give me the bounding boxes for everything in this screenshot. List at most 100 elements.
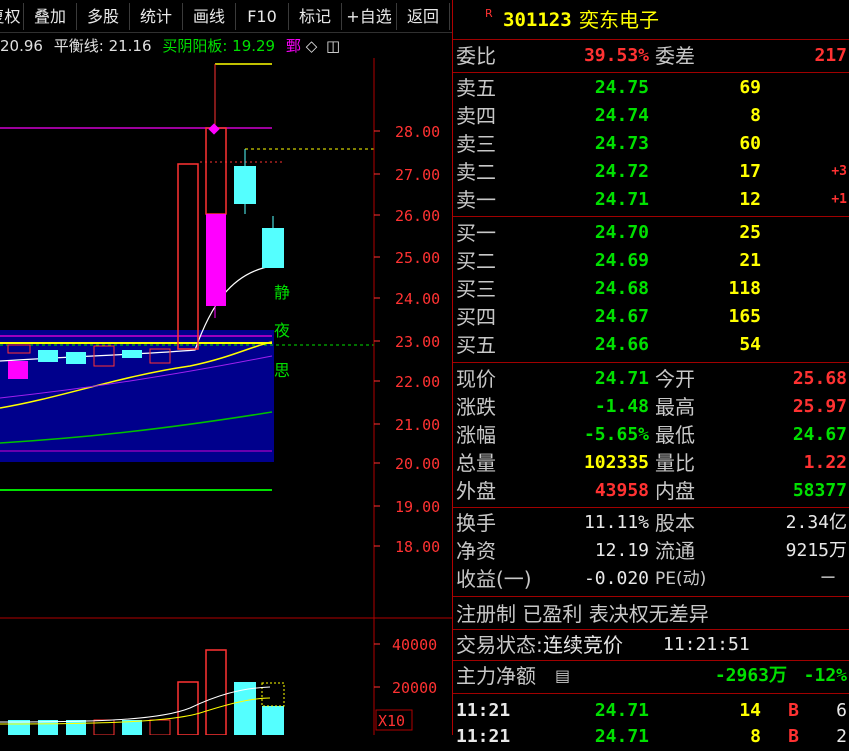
y-tick: 26.00 <box>395 207 440 225</box>
kline-chart[interactable]: 28.00 27.00 26.00 25.00 24.00 23.00 22.0… <box>0 58 452 735</box>
ask-row[interactable]: 卖五 24.75 69 <box>453 74 849 102</box>
ask-volume: 8 <box>750 105 761 126</box>
tick-side: B <box>788 700 799 721</box>
trade-status-value: 连续竞价 <box>543 633 623 657</box>
price-band <box>0 330 274 462</box>
volume-tick: 40000 <box>392 636 437 654</box>
bid-volume: 21 <box>739 250 761 271</box>
stat-value: 1.22 <box>803 452 847 473</box>
diamond-icon[interactable]: ◇ <box>306 37 318 55</box>
bid-price: 24.68 <box>594 278 649 299</box>
trade-status-row: 交易状态: 连续竞价 11:21:51 <box>453 631 849 659</box>
bid-label: 买二 <box>456 249 496 273</box>
stock-code: 301123 <box>503 9 572 31</box>
stat-value: － <box>819 568 837 589</box>
stat-value: 12.19 <box>594 540 649 561</box>
stat-label: 流通 <box>655 539 695 563</box>
ask-label: 卖三 <box>456 132 496 156</box>
stat-label: 最低 <box>655 423 695 447</box>
list-icon[interactable]: ▤ <box>555 662 570 690</box>
stat-label: 内盘 <box>655 479 695 503</box>
bid-row[interactable]: 买四 24.67 165 <box>453 303 849 331</box>
stat-row: 收益(一) -0.020 PE(动) － <box>453 565 849 593</box>
tick-time: 11:21 <box>456 726 511 747</box>
bid-row[interactable]: 买一 24.70 25 <box>453 219 849 247</box>
tick-time: 11:21 <box>456 700 511 721</box>
registration-info: 注册制 已盈利 表决权无差异 <box>453 600 849 628</box>
separator <box>453 362 849 363</box>
stat-label: PE(动) <box>655 569 707 589</box>
y-tick: 24.00 <box>395 290 440 308</box>
tick-price: 24.71 <box>594 700 649 721</box>
tick-price: 24.71 <box>594 726 649 747</box>
candle-limit-up <box>177 163 199 350</box>
bid-row[interactable]: 买二 24.69 21 <box>453 247 849 275</box>
y-tick: 23.00 <box>395 333 440 351</box>
annotation-char: 静 <box>274 283 290 302</box>
stat-label: 今开 <box>655 367 695 391</box>
bid-price: 24.69 <box>594 250 649 271</box>
ask-row[interactable]: 卖四 24.74 8 <box>453 102 849 130</box>
volume-tick: 20000 <box>392 679 437 697</box>
weibi-label: 委比 <box>456 44 496 68</box>
indicator-info-line: 20.96 平衡线: 21.16 买阴阳板: 19.29 鄄 ◇ ◫ <box>0 35 340 57</box>
stat-label: 总量 <box>456 451 496 475</box>
bid-row[interactable]: 买五 24.66 54 <box>453 331 849 359</box>
ask-volume: 17 <box>739 161 761 182</box>
buysell-board-label: 买阴阳板: <box>162 37 228 55</box>
ask-row[interactable]: 卖三 24.73 60 <box>453 130 849 158</box>
ask-volume: 12 <box>739 189 761 210</box>
ask-row[interactable]: 卖一 24.71 12 +1 <box>453 186 849 214</box>
stat-value: -1.48 <box>594 396 649 417</box>
toolbar-button-mark[interactable]: 标记 <box>289 3 342 30</box>
stat-value: 24.67 <box>792 424 847 445</box>
ask-label: 卖二 <box>456 160 496 184</box>
bid-volume: 165 <box>728 306 761 327</box>
annotation-text: 静 夜 思 <box>274 283 290 380</box>
toolbar-button-f10[interactable]: F10 <box>236 3 289 30</box>
bid-volume: 118 <box>728 278 761 299</box>
stat-label: 现价 <box>456 367 496 391</box>
toolbar-button-back[interactable]: 返回 <box>397 3 450 30</box>
ask-label: 卖四 <box>456 104 496 128</box>
main-net-row[interactable]: 主力净额 ▤ -2963万 -12% <box>453 662 849 690</box>
main-net-label: 主力净额 <box>456 664 536 688</box>
toolbar: 复权 叠加 多股 统计 画线 F10 标记 +自选 返回 <box>0 0 452 32</box>
tick-row: 11:21 24.71 8 B 2 <box>453 723 849 751</box>
toolbar-button-draw-line[interactable]: 画线 <box>183 3 236 30</box>
stat-value: 11.11% <box>583 512 649 533</box>
toolbar-button-fuquan[interactable]: 复权 <box>0 3 24 30</box>
y-tick: 28.00 <box>395 123 440 141</box>
stat-row: 外盘 43958 内盘 58377 <box>453 477 849 505</box>
indicator-tag: 鄄 <box>285 37 301 55</box>
stat-value: -5.65% <box>583 424 649 445</box>
annotation-char: 夜 <box>274 321 290 340</box>
toolbar-button-statistics[interactable]: 统计 <box>130 3 183 30</box>
weicha-label: 委差 <box>655 44 695 68</box>
panel-toggle-icon[interactable]: ◫ <box>326 37 340 55</box>
toolbar-button-multi-stock[interactable]: 多股 <box>77 3 130 30</box>
ask-price: 24.72 <box>594 161 649 182</box>
stat-row: 换手 11.11% 股本 2.34亿 <box>453 509 849 537</box>
toolbar-button-overlay[interactable]: 叠加 <box>24 3 77 30</box>
separator <box>453 629 849 630</box>
stock-name: 奕东电子 <box>579 8 659 32</box>
stat-label: 收益(一) <box>456 567 532 591</box>
tick-count: 6 <box>836 700 847 721</box>
tick-volume: 14 <box>739 700 761 721</box>
main-net-value: -2963万 <box>714 665 787 686</box>
stat-value: -0.020 <box>583 568 649 589</box>
stat-value: 9215万 <box>785 540 847 561</box>
stat-label: 涨幅 <box>456 423 496 447</box>
toolbar-button-add-watchlist[interactable]: +自选 <box>342 3 397 30</box>
ask-row[interactable]: 卖二 24.72 17 +3 <box>453 158 849 186</box>
stat-value: 2.34亿 <box>785 512 847 533</box>
bid-volume: 54 <box>739 334 761 355</box>
bid-price: 24.66 <box>594 334 649 355</box>
stat-label: 量比 <box>655 451 695 475</box>
stat-label: 最高 <box>655 395 695 419</box>
stat-label: 外盘 <box>456 479 496 503</box>
bid-row[interactable]: 买三 24.68 118 <box>453 275 849 303</box>
quote-header: R 301123 奕东电子 <box>453 6 849 34</box>
bid-price: 24.70 <box>594 222 649 243</box>
